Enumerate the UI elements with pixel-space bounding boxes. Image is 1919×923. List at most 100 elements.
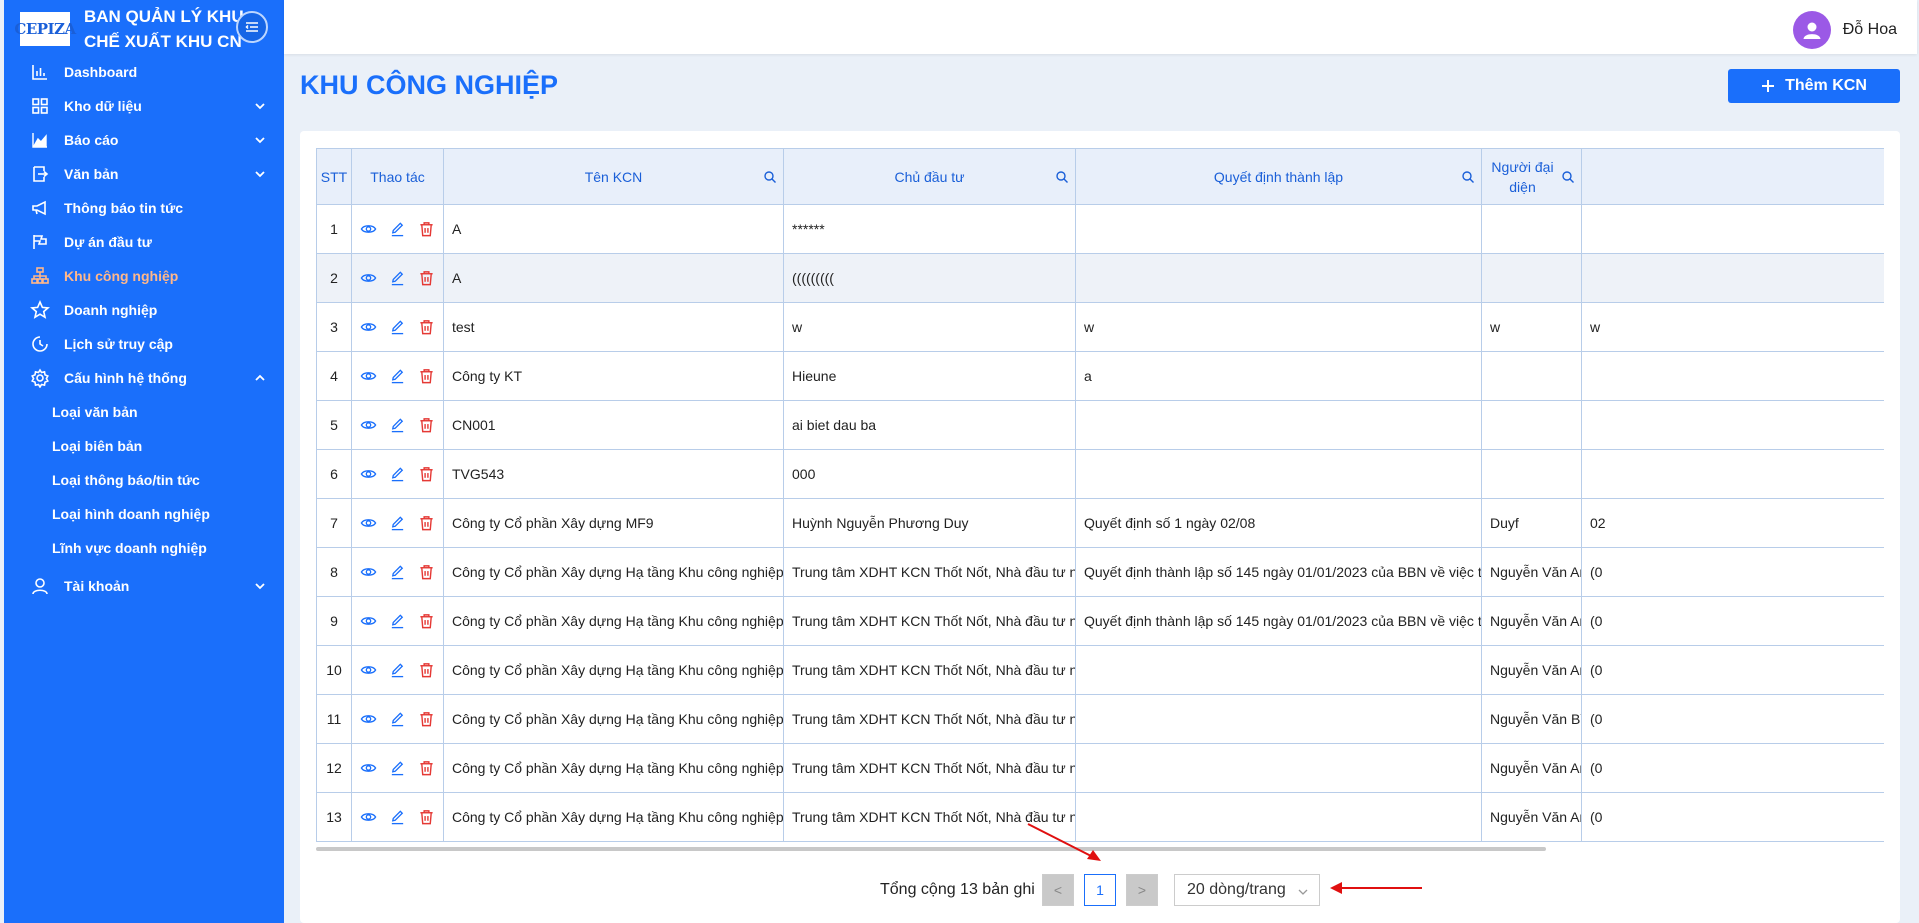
- delete-icon[interactable]: [418, 710, 435, 728]
- cell-stt: 3: [316, 302, 352, 352]
- view-icon[interactable]: [360, 367, 377, 385]
- sidebar-item-tai-khoan[interactable]: Tài khoản: [4, 569, 284, 603]
- view-icon[interactable]: [360, 318, 377, 336]
- cell-stt: 7: [316, 498, 352, 548]
- chevron-left-icon: <: [1053, 882, 1063, 898]
- view-icon[interactable]: [360, 269, 377, 287]
- submenu-item-loai-hinh-doanh-nghiep[interactable]: Loại hình doanh nghiệp: [4, 497, 284, 531]
- horizontal-scrollbar[interactable]: [316, 847, 1546, 851]
- column-header-label: Tên KCN: [584, 168, 643, 185]
- search-icon[interactable]: [1055, 170, 1069, 184]
- cell-ten-kcn: Công ty Cổ phần Xây dựng Hạ tầng Khu côn…: [443, 596, 784, 646]
- page-size-select[interactable]: 20 dòng/trang: [1174, 874, 1320, 906]
- cell-ten-kcn: A: [443, 253, 784, 303]
- edit-icon[interactable]: [389, 808, 406, 826]
- view-icon[interactable]: [360, 759, 377, 777]
- edit-icon[interactable]: [389, 612, 406, 630]
- submenu-item-loai-van-ban[interactable]: Loại văn bản: [4, 395, 284, 429]
- cell-actions: [351, 302, 444, 352]
- chart-icon: [28, 60, 52, 84]
- edit-icon[interactable]: [389, 269, 406, 287]
- table-row: 6 TVG543 000: [316, 449, 1884, 499]
- cell-nguoi-dai-dien: [1481, 449, 1582, 499]
- cell-actions: [351, 596, 444, 646]
- delete-icon[interactable]: [418, 808, 435, 826]
- cell-stt: 8: [316, 547, 352, 597]
- edit-icon[interactable]: [389, 318, 406, 336]
- view-icon[interactable]: [360, 808, 377, 826]
- sidebar-item-du-an-dau-tu[interactable]: Dự án đầu tư: [4, 225, 284, 259]
- total-records: Tổng cộng 13 bản ghi: [880, 881, 1035, 898]
- edit-icon[interactable]: [389, 514, 406, 532]
- delete-icon[interactable]: [418, 661, 435, 679]
- pagination: Tổng cộng 13 bản ghi < 1 > 20 dòng/trang: [300, 874, 1900, 906]
- edit-icon[interactable]: [389, 367, 406, 385]
- cell-quyet-dinh: [1075, 253, 1482, 303]
- sidebar-item-lich-su-truy-cap[interactable]: Lịch sử truy cập: [4, 327, 284, 361]
- cell-overflow: [1581, 400, 1884, 450]
- search-icon[interactable]: [1561, 170, 1575, 184]
- submenu-item-loai-bien-ban[interactable]: Loại biên bản: [4, 429, 284, 463]
- view-icon[interactable]: [360, 514, 377, 532]
- search-icon[interactable]: [763, 170, 777, 184]
- delete-icon[interactable]: [418, 465, 435, 483]
- submenu-item-loai-thong-bao-tin-tuc[interactable]: Loại thông báo/tin tức: [4, 463, 284, 497]
- sidebar-item-kho-du-lieu[interactable]: Kho dữ liệu: [4, 89, 284, 123]
- search-icon[interactable]: [1461, 170, 1475, 184]
- cell-actions: [351, 253, 444, 303]
- column-header-chu-dau-tu: Chủ đầu tư: [783, 148, 1076, 205]
- row-actions: [360, 612, 435, 630]
- add-kcn-button[interactable]: Thêm KCN: [1728, 69, 1900, 103]
- table-container[interactable]: STT Thao tác Tên KCN Chủ đầu tư Quyết đị…: [316, 148, 1884, 844]
- delete-icon[interactable]: [418, 318, 435, 336]
- sidebar-item-van-ban[interactable]: Văn bản: [4, 157, 284, 191]
- brand: CEPIZA BAN QUẢN LÝ KHU CHẾ XUẤT KHU CN: [4, 0, 284, 54]
- sidebar-item-bao-cao[interactable]: Báo cáo: [4, 123, 284, 157]
- edit-icon[interactable]: [389, 563, 406, 581]
- cell-overflow: (0: [1581, 743, 1884, 793]
- sidebar-item-khu-cong-nghiep[interactable]: Khu công nghiệp: [4, 259, 284, 293]
- area-chart-icon: [28, 128, 52, 152]
- view-icon[interactable]: [360, 416, 377, 434]
- submenu-item-linh-vuc-doanh-nghiep[interactable]: Lĩnh vực doanh nghiệp: [4, 531, 284, 565]
- page-1-button[interactable]: 1: [1084, 874, 1116, 906]
- view-icon[interactable]: [360, 220, 377, 238]
- sidebar-item-cau-hinh-he-thong[interactable]: Cấu hình hệ thống: [4, 361, 284, 395]
- sidebar-toggle-button[interactable]: [236, 11, 268, 43]
- view-icon[interactable]: [360, 661, 377, 679]
- delete-icon[interactable]: [418, 269, 435, 287]
- delete-icon[interactable]: [418, 367, 435, 385]
- edit-icon[interactable]: [389, 661, 406, 679]
- view-icon[interactable]: [360, 563, 377, 581]
- view-icon[interactable]: [360, 465, 377, 483]
- delete-icon[interactable]: [418, 220, 435, 238]
- flag-icon: [28, 230, 52, 254]
- user-menu[interactable]: Đỗ Hoa: [1792, 11, 1897, 49]
- cell-stt: 12: [316, 743, 352, 793]
- delete-icon[interactable]: [418, 416, 435, 434]
- menu-toggle-icon: [245, 22, 258, 32]
- delete-icon[interactable]: [418, 612, 435, 630]
- cell-ten-kcn: Công ty Cổ phần Xây dựng Hạ tầng Khu côn…: [443, 792, 784, 842]
- sidebar-item-thong-bao-tin-tuc[interactable]: Thông báo tin tức: [4, 191, 284, 225]
- view-icon[interactable]: [360, 710, 377, 728]
- edit-icon[interactable]: [389, 759, 406, 777]
- sidebar-item-label: Lịch sử truy cập: [64, 336, 173, 352]
- sidebar-item-doanh-nghiep[interactable]: Doanh nghiệp: [4, 293, 284, 327]
- edit-icon[interactable]: [389, 416, 406, 434]
- cell-overflow: (0: [1581, 792, 1884, 842]
- delete-icon[interactable]: [418, 514, 435, 532]
- delete-icon[interactable]: [418, 563, 435, 581]
- next-page-button[interactable]: >: [1126, 874, 1158, 906]
- view-icon[interactable]: [360, 612, 377, 630]
- sidebar-item-dashboard[interactable]: Dashboard: [4, 55, 284, 89]
- sidebar-item-label: Văn bản: [64, 166, 119, 182]
- edit-icon[interactable]: [389, 465, 406, 483]
- delete-icon[interactable]: [418, 759, 435, 777]
- edit-icon[interactable]: [389, 710, 406, 728]
- cell-quyet-dinh: [1075, 792, 1482, 842]
- prev-page-button[interactable]: <: [1042, 874, 1074, 906]
- chevron-down-icon: [1298, 889, 1308, 895]
- edit-icon[interactable]: [389, 220, 406, 238]
- row-actions: [360, 416, 435, 434]
